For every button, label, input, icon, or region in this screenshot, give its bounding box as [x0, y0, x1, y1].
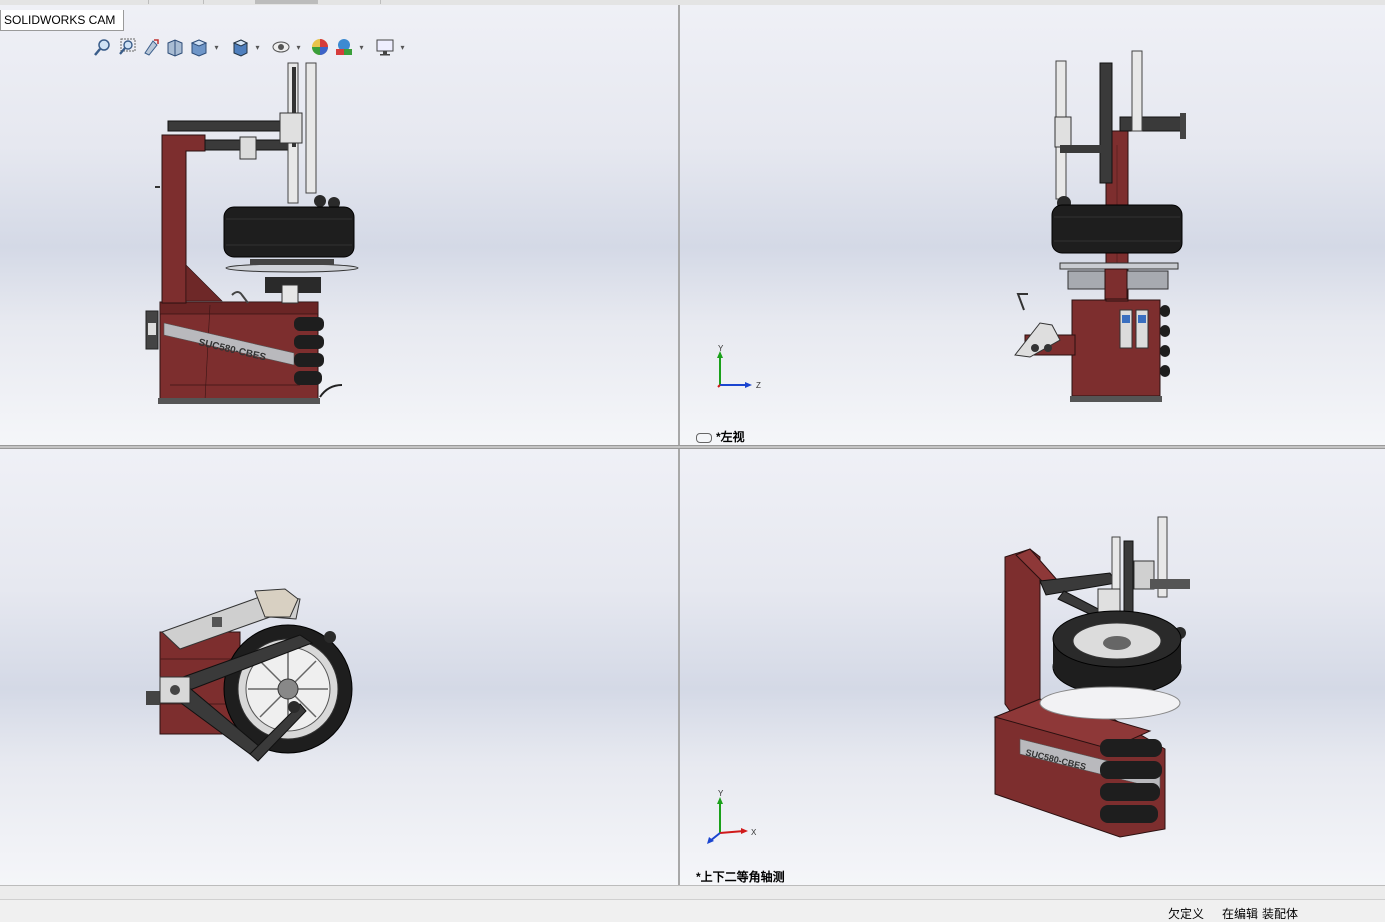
- coordinate-triad: Y X: [700, 787, 770, 852]
- status-editing: 在编辑: [1222, 907, 1259, 921]
- display-style-icon[interactable]: [229, 36, 251, 58]
- triad-y-label: Y: [718, 344, 724, 353]
- view-label-iso: *上下二等角轴测: [696, 870, 785, 884]
- left-view-model: [1014, 50, 1186, 402]
- horizontal-scroll-strip[interactable]: [0, 885, 1385, 900]
- view-label-left: *左视: [696, 428, 745, 445]
- viewport-front[interactable]: SUC580-CBES SOLIDWORKS CAM ▾ ▾ ▾ ▾ ▾: [0, 5, 678, 445]
- view-settings-icon[interactable]: [374, 36, 396, 58]
- triad-z-label: Z: [756, 381, 761, 390]
- viewport-splitter-horizontal[interactable]: [0, 445, 1385, 449]
- top-view-model: [146, 588, 353, 762]
- link-view-icon[interactable]: [696, 432, 712, 443]
- heads-up-view-toolbar: ▾ ▾ ▾ ▾ ▾: [92, 35, 407, 59]
- status-assembly: 装配体: [1262, 907, 1299, 921]
- zoom-to-fit-icon[interactable]: [92, 36, 114, 58]
- status-bar: 欠定义 在编辑 装配体: [0, 899, 1385, 922]
- viewport-left[interactable]: Y Z *左视: [680, 5, 1385, 445]
- viewport-top[interactable]: [0, 449, 678, 885]
- iso-view-model: SUC580-CBES: [993, 516, 1190, 838]
- section-view-icon[interactable]: [164, 36, 186, 58]
- viewport-isometric[interactable]: SUC580-CBES Y X *上下二等角轴测: [680, 449, 1385, 885]
- coordinate-triad: Y Z: [708, 343, 768, 398]
- display-style-dropdown-icon[interactable]: ▾: [253, 36, 262, 58]
- triad-x-label: X: [751, 828, 757, 837]
- zoom-to-area-icon[interactable]: [116, 36, 138, 58]
- tab-active[interactable]: [255, 0, 318, 4]
- tab[interactable]: [317, 0, 381, 4]
- solidworks-cam-tab[interactable]: SOLIDWORKS CAM: [0, 10, 125, 31]
- tab[interactable]: [148, 0, 204, 4]
- previous-view-icon[interactable]: [140, 36, 162, 58]
- view-orientation-dropdown-icon[interactable]: ▾: [212, 36, 221, 58]
- hide-show-items-icon[interactable]: [270, 36, 292, 58]
- view-orientation-icon[interactable]: [188, 36, 210, 58]
- tab[interactable]: [203, 0, 256, 4]
- edit-appearance-icon[interactable]: [309, 36, 331, 58]
- view-settings-dropdown-icon[interactable]: ▾: [398, 36, 407, 58]
- front-view-model: SUC580-CBES: [145, 62, 359, 404]
- triad-y-label: Y: [718, 789, 724, 798]
- tab[interactable]: [0, 0, 149, 4]
- apply-scene-icon[interactable]: [333, 36, 355, 58]
- status-underdefined: 欠定义: [1168, 907, 1205, 921]
- hide-show-dropdown-icon[interactable]: ▾: [294, 36, 303, 58]
- apply-scene-dropdown-icon[interactable]: ▾: [357, 36, 366, 58]
